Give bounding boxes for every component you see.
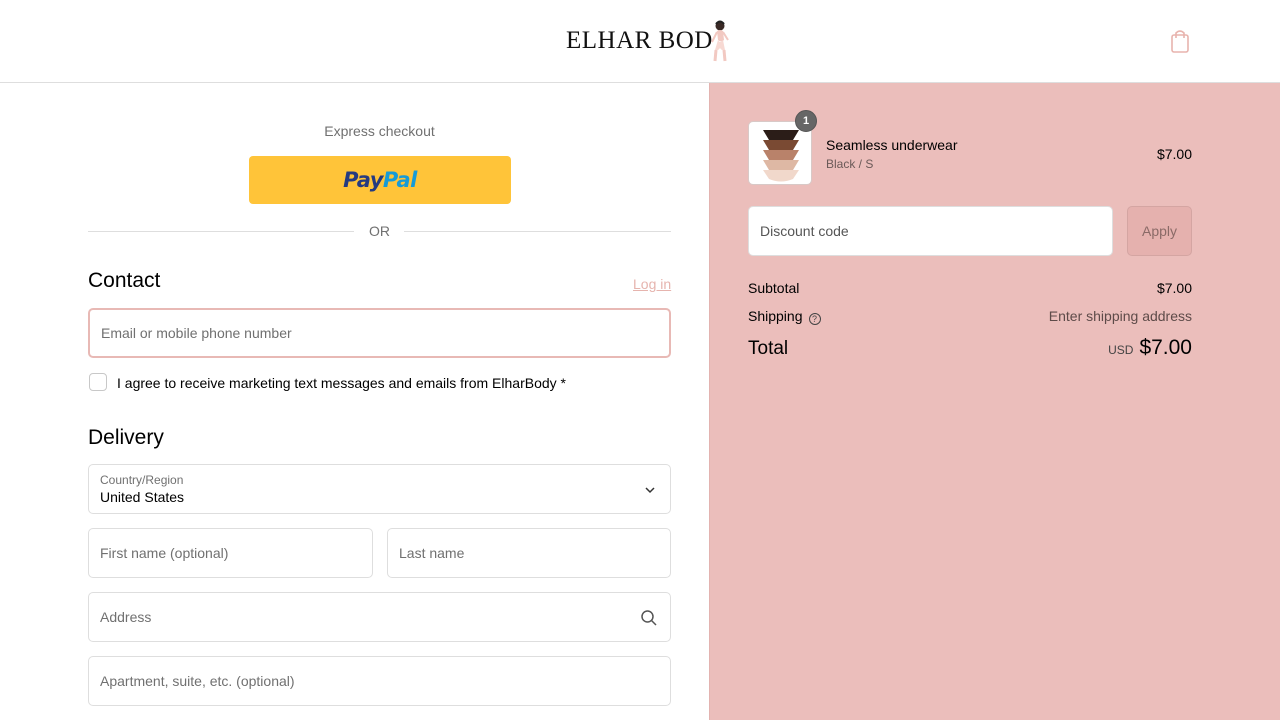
delivery-heading: Delivery: [88, 426, 164, 449]
subtotal-label: Subtotal: [748, 280, 800, 296]
discount-code-input[interactable]: [749, 207, 1112, 255]
product-price: $7.00: [1156, 146, 1192, 162]
express-checkout-label: Express checkout: [324, 123, 435, 139]
country-select[interactable]: Country/Region United States: [88, 464, 671, 514]
shipping-row: Shipping? Enter shipping address: [748, 308, 1192, 325]
country-select-label: Country/Region: [100, 473, 184, 487]
last-name-input[interactable]: [388, 529, 670, 577]
total-value-group: USD $7.00: [1000, 336, 1192, 360]
marketing-checkbox-label: I agree to receive marketing text messag…: [117, 375, 566, 391]
logo-text: ELHAR BOD: [566, 27, 713, 54]
woman-figure-logo-icon: [710, 20, 729, 62]
help-circle-icon[interactable]: ?: [808, 313, 821, 325]
shipping-label: Shipping: [748, 308, 803, 324]
total-currency: USD: [1108, 343, 1134, 357]
search-icon: [641, 610, 657, 626]
or-divider: OR: [88, 222, 671, 240]
first-name-field[interactable]: [88, 528, 373, 578]
apartment-field[interactable]: [88, 656, 671, 706]
subtotal-row: Subtotal $7.00: [748, 280, 1192, 296]
paypal-button[interactable]: Pay Pal: [249, 156, 511, 204]
or-text: OR: [369, 223, 390, 239]
product-variant: Black / S: [826, 157, 874, 171]
login-link[interactable]: Log in: [633, 276, 671, 292]
store-logo[interactable]: ELHAR BOD: [566, 18, 733, 64]
country-select-value: United States: [100, 489, 185, 505]
apply-discount-button[interactable]: Apply: [1127, 206, 1192, 256]
paypal-logo-pal: Pal: [382, 168, 417, 192]
marketing-checkbox[interactable]: [89, 373, 107, 391]
contact-heading: Contact: [88, 269, 161, 292]
quantity-badge: 1: [795, 110, 817, 132]
total-label: Total: [748, 338, 789, 359]
subtotal-value: $7.00: [1156, 280, 1192, 296]
address-input[interactable]: [89, 593, 670, 641]
address-field[interactable]: [88, 592, 671, 642]
chevron-down-icon: [645, 487, 655, 494]
first-name-input[interactable]: [89, 529, 372, 577]
email-input[interactable]: [90, 310, 669, 356]
last-name-field[interactable]: [387, 528, 671, 578]
shopping-bag-icon[interactable]: [1168, 28, 1192, 54]
header: ELHAR BOD: [0, 0, 1280, 83]
discount-code-field[interactable]: [748, 206, 1113, 256]
paypal-logo-pay: Pay: [343, 168, 383, 192]
shipping-value: Enter shipping address: [1048, 308, 1192, 324]
apartment-input[interactable]: [89, 657, 670, 705]
total-amount: $7.00: [1139, 336, 1192, 359]
product-name: Seamless underwear: [826, 137, 958, 153]
checkout-form-panel: Express checkout Pay Pal OR Contact Log i…: [0, 83, 709, 720]
email-field[interactable]: [88, 308, 671, 358]
